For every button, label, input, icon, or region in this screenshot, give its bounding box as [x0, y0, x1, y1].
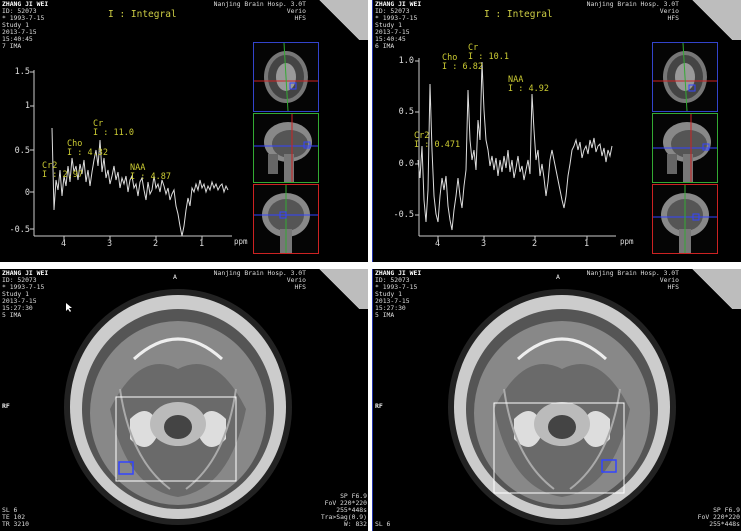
peak-value: I : 11.0 — [93, 128, 134, 138]
hospital-info: Nanjing Brain Hosp. 3.0T Verio HFS — [214, 270, 306, 291]
x-unit: ppm — [234, 237, 248, 246]
peak-value: I : 6.82 — [442, 62, 483, 72]
patient-info: ZHANG JI WEI ID: 52073 * 1993-7-15 Study… — [375, 270, 421, 319]
axial-brain-image — [448, 289, 676, 525]
image-number: 5 IMA — [375, 311, 395, 319]
sagittal-localizer-thumbnail[interactable] — [253, 113, 319, 183]
brain-coronal-icon — [254, 185, 318, 253]
slice-label: SL 6 — [375, 520, 391, 528]
coronal-localizer-thumbnail[interactable] — [253, 184, 319, 254]
peak-label-naa: NAA I : 4.87 — [130, 164, 171, 182]
brain-sagittal-icon — [254, 114, 318, 182]
peak-label-cr: Cr I : 10.1 — [468, 44, 509, 62]
mri-viewport-4[interactable]: ZHANG JI WEI ID: 52073 * 1993-7-15 Study… — [372, 269, 741, 531]
matrix-label: 255*448s — [709, 520, 740, 528]
orientation-top: A — [173, 273, 177, 281]
spectrum-viewport-2[interactable]: ZHANG JI WEI ID: 52073 * 1993-7-15 Study… — [372, 0, 741, 262]
window-label: W: 832 — [343, 520, 367, 528]
image-params: SP F6.9 FoV 220*220 255*448s Tra>Sag(0.9… — [321, 493, 367, 528]
x-tick: 4 — [61, 239, 67, 249]
x-tick: 1 — [199, 239, 205, 249]
sagittal-localizer-thumbnail[interactable] — [652, 113, 718, 183]
patient-position: HFS — [294, 283, 306, 291]
orientation-left: RF — [2, 402, 10, 410]
axial-localizer-thumbnail[interactable] — [253, 42, 319, 112]
coronal-localizer-thumbnail[interactable] — [652, 184, 718, 254]
brain-sagittal-icon — [653, 114, 717, 182]
peak-label-cho: Cho I : 4.32 — [67, 140, 108, 158]
hospital-info: Nanjing Brain Hosp. 3.0T Verio HFS — [587, 270, 679, 291]
x-tick: 4 — [435, 239, 441, 249]
x-tick: 1 — [584, 239, 590, 249]
page-corner-icon[interactable] — [683, 269, 741, 309]
spectrum-viewport-1[interactable]: ZHANG JI WEI ID: 52073 * 1993-7-15 Study… — [0, 0, 368, 262]
peak-value: I : 4.32 — [67, 148, 108, 158]
acquisition-params: SL 6 TE 102 TR 3210 — [2, 507, 29, 528]
page-corner-icon[interactable] — [310, 269, 368, 309]
brain-axial-icon — [254, 42, 318, 112]
orientation-top: A — [556, 273, 560, 281]
peak-label-naa: NAA I : 4.92 — [508, 76, 549, 94]
tr-label: TR 3210 — [2, 520, 29, 528]
peak-label-cr2: Cr2 I : 0.471 — [414, 132, 460, 150]
viewport-border — [372, 269, 373, 531]
image-number: 5 IMA — [2, 311, 22, 319]
x-tick: 3 — [107, 239, 113, 249]
orientation-left: RF — [375, 402, 383, 410]
x-tick: 2 — [532, 239, 538, 249]
peak-value: I : 4.87 — [130, 172, 171, 182]
axial-localizer-thumbnail[interactable] — [652, 42, 718, 112]
peak-value: I : 10.1 — [468, 52, 509, 62]
image-params: SP F6.9 FoV 220*220 255*448s — [698, 507, 740, 528]
brain-coronal-icon — [653, 185, 717, 253]
x-tick: 3 — [481, 239, 487, 249]
peak-label-cr2: Cr2 I : 2.97 — [42, 162, 83, 180]
peak-value: I : 2.97 — [42, 170, 83, 180]
mri-viewport-3[interactable]: ZHANG JI WEI ID: 52073 * 1993-7-15 Study… — [0, 269, 368, 531]
acquisition-params: SL 6 — [375, 521, 390, 528]
brain-axial-icon — [653, 42, 717, 112]
patient-info: ZHANG JI WEI ID: 52073 * 1993-7-15 Study… — [2, 270, 48, 319]
x-unit: ppm — [620, 237, 634, 246]
peak-value: I : 0.471 — [414, 140, 461, 150]
peak-value: I : 4.92 — [508, 84, 549, 94]
peak-label-cr: Cr I : 11.0 — [93, 120, 134, 138]
axial-brain-image — [64, 289, 292, 525]
x-tick: 2 — [153, 239, 159, 249]
